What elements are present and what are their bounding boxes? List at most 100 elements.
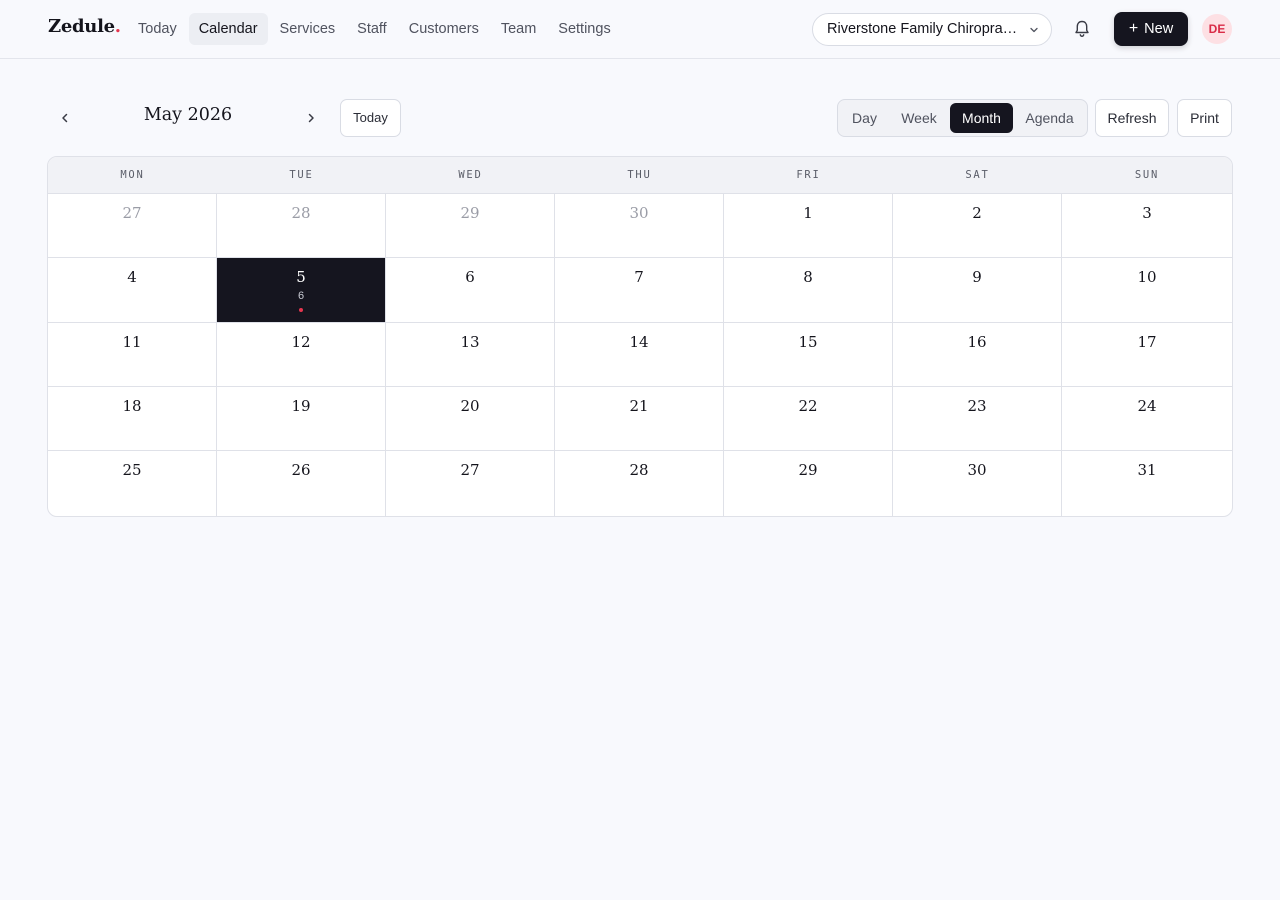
calendar-day[interactable]: 8 xyxy=(724,258,893,322)
nav-item-settings[interactable]: Settings xyxy=(548,13,620,45)
nav-item-services[interactable]: Services xyxy=(270,13,346,45)
calendar-week: 11 12 13 14 15 16 17 xyxy=(48,323,1232,387)
day-number: 28 xyxy=(291,204,311,222)
calendar-day-outside-month[interactable]: 30 xyxy=(555,194,724,257)
calendar-day[interactable]: 13 xyxy=(386,323,555,386)
day-number: 19 xyxy=(291,397,311,415)
nav-item-team[interactable]: Team xyxy=(491,13,546,45)
calendar-day[interactable]: 25 xyxy=(48,451,217,516)
calendar-day[interactable]: 7 xyxy=(555,258,724,322)
nav-item-calendar[interactable]: Calendar xyxy=(188,13,268,45)
day-number: 24 xyxy=(1137,397,1157,415)
nav-item-today[interactable]: Today xyxy=(128,13,187,45)
calendar-day[interactable]: 30 xyxy=(893,451,1062,516)
view-switcher: Day Week Month Agenda xyxy=(837,99,1088,137)
calendar-day[interactable]: 10 xyxy=(1062,258,1232,322)
day-number: 25 xyxy=(122,461,142,479)
view-day[interactable]: Day xyxy=(842,103,887,133)
calendar-week: 4 5 6 6 7 8 9 10 xyxy=(48,258,1232,323)
day-number: 22 xyxy=(798,397,818,415)
calendar-day-outside-month[interactable]: 28 xyxy=(217,194,386,257)
next-month-button[interactable] xyxy=(296,103,326,133)
day-number: 29 xyxy=(798,461,818,479)
day-number: 14 xyxy=(629,333,649,351)
calendar-week: 25 26 27 28 29 30 31 xyxy=(48,451,1232,516)
view-agenda[interactable]: Agenda xyxy=(1016,103,1083,133)
calendar-day[interactable]: 31 xyxy=(1062,451,1232,516)
logo-dot: . xyxy=(114,16,121,37)
view-month[interactable]: Month xyxy=(950,103,1013,133)
calendar-week: 18 19 20 21 22 23 24 xyxy=(48,387,1232,451)
location-selector[interactable]: Riverstone Family Chiropractic xyxy=(812,13,1052,46)
day-number: 12 xyxy=(291,333,311,351)
day-number: 6 xyxy=(465,268,475,286)
view-week[interactable]: Week xyxy=(890,103,948,133)
nav-item-staff[interactable]: Staff xyxy=(347,13,397,45)
weekday-thu: THU xyxy=(627,169,652,181)
day-number: 1 xyxy=(803,204,813,222)
chevron-right-icon xyxy=(308,113,314,123)
calendar-day[interactable]: 18 xyxy=(48,387,217,450)
chevron-left-icon xyxy=(62,113,68,123)
calendar-day[interactable]: 27 xyxy=(386,451,555,516)
weekday-header: MON TUE WED THU FRI SAT SUN xyxy=(48,157,1232,194)
day-number: 4 xyxy=(127,268,137,286)
calendar-day[interactable]: 4 xyxy=(48,258,217,322)
calendar-day[interactable]: 15 xyxy=(724,323,893,386)
calendar-day[interactable]: 9 xyxy=(893,258,1062,322)
calendar-day[interactable]: 19 xyxy=(217,387,386,450)
today-button[interactable]: Today xyxy=(340,99,401,137)
calendar-day[interactable]: 11 xyxy=(48,323,217,386)
calendar-day[interactable]: 26 xyxy=(217,451,386,516)
plus-icon: + xyxy=(1128,20,1139,37)
day-number: 30 xyxy=(629,204,649,222)
day-number: 7 xyxy=(634,268,644,286)
day-number: 21 xyxy=(629,397,649,415)
month-calendar: MON TUE WED THU FRI SAT SUN 27 28 29 30 1 2 3 4 5 6 6 7 8 9… xyxy=(47,156,1233,517)
weekday-sun: SUN xyxy=(1134,169,1160,181)
day-number: 10 xyxy=(1137,268,1157,286)
refresh-button[interactable]: Refresh xyxy=(1095,99,1169,137)
day-number: 3 xyxy=(1142,204,1152,222)
calendar-day[interactable]: 28 xyxy=(555,451,724,516)
chevron-down-icon xyxy=(1030,27,1038,33)
calendar-grid: 27 28 29 30 1 2 3 4 5 6 6 7 8 9 10 11 12 13 14 15 16 17 18 19 20… xyxy=(48,194,1232,516)
calendar-day[interactable]: 2 xyxy=(893,194,1062,257)
event-dot xyxy=(299,308,303,312)
calendar-day[interactable]: 24 xyxy=(1062,387,1232,450)
calendar-day-outside-month[interactable]: 27 xyxy=(48,194,217,257)
day-number: 15 xyxy=(798,333,818,351)
calendar-day[interactable]: 17 xyxy=(1062,323,1232,386)
new-button[interactable]: + New xyxy=(1114,12,1188,46)
day-number: 11 xyxy=(122,333,142,351)
day-number: 23 xyxy=(967,397,987,415)
calendar-day-today[interactable]: 56 xyxy=(217,258,386,322)
calendar-day-outside-month[interactable]: 29 xyxy=(386,194,555,257)
calendar-week: 27 28 29 30 1 2 3 xyxy=(48,194,1232,258)
calendar-day[interactable]: 22 xyxy=(724,387,893,450)
calendar-day[interactable]: 21 xyxy=(555,387,724,450)
prev-month-button[interactable] xyxy=(50,103,80,133)
calendar-day[interactable]: 3 xyxy=(1062,194,1232,257)
calendar-day[interactable]: 12 xyxy=(217,323,386,386)
app-logo[interactable]: Zedule. xyxy=(48,16,121,37)
weekday-mon: MON xyxy=(120,169,145,181)
new-button-label: New xyxy=(1144,21,1174,37)
appointment-count: 6 xyxy=(297,290,305,302)
calendar-day[interactable]: 20 xyxy=(386,387,555,450)
calendar-day[interactable]: 29 xyxy=(724,451,893,516)
nav-item-customers[interactable]: Customers xyxy=(399,13,489,45)
calendar-day[interactable]: 16 xyxy=(893,323,1062,386)
calendar-day[interactable]: 14 xyxy=(555,323,724,386)
calendar-day[interactable]: 23 xyxy=(893,387,1062,450)
print-button[interactable]: Print xyxy=(1177,99,1232,137)
day-number: 29 xyxy=(460,204,480,222)
day-number: 28 xyxy=(629,461,649,479)
avatar[interactable]: DE xyxy=(1202,14,1232,44)
bell-icon[interactable] xyxy=(1072,18,1092,40)
day-number: 18 xyxy=(122,397,142,415)
month-title: May 2026 xyxy=(143,105,233,125)
calendar-day[interactable]: 1 xyxy=(724,194,893,257)
day-number: 27 xyxy=(122,204,142,222)
calendar-day[interactable]: 6 xyxy=(386,258,555,322)
